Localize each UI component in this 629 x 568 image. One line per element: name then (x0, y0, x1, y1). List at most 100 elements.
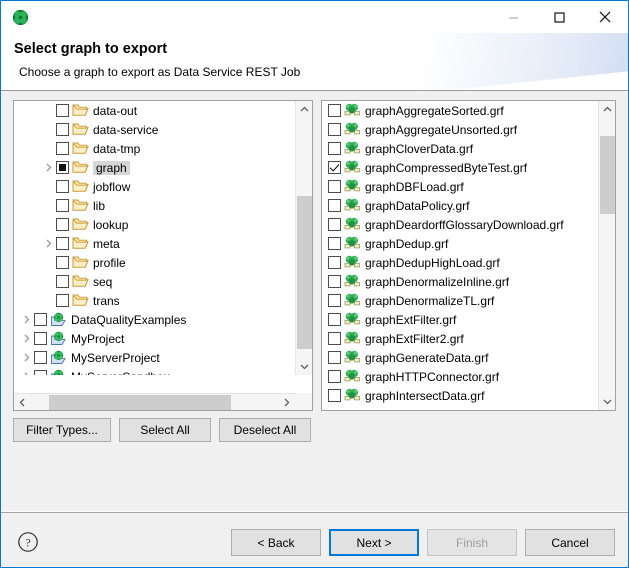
list-item[interactable]: graphGenerateData.grf (322, 348, 598, 367)
list-item-checkbox[interactable] (328, 237, 341, 250)
list-item[interactable]: graphCompressedByteTest.grf (322, 158, 598, 177)
tree-scroll-up-icon[interactable] (296, 101, 313, 118)
tree-scroll-left-icon[interactable] (14, 394, 31, 411)
list-item-checkbox[interactable] (328, 351, 341, 364)
list-item[interactable]: graphAggregateSorted.grf (322, 101, 598, 120)
list-item[interactable]: graphCloverData.grf (322, 139, 598, 158)
list-item-label: graphAggregateUnsorted.grf (365, 123, 517, 137)
close-button[interactable] (582, 1, 628, 33)
tree-item-checkbox[interactable] (56, 123, 69, 136)
list-item-checkbox[interactable] (328, 218, 341, 231)
deselect-all-button[interactable]: Deselect All (219, 418, 311, 442)
tree-scroll-down-icon[interactable] (296, 358, 313, 375)
tree-horizontal-scrollbar[interactable] (14, 393, 295, 410)
tree-item[interactable]: data-out (14, 101, 295, 120)
list-item-checkbox[interactable] (328, 275, 341, 288)
tree-item[interactable]: profile (14, 253, 295, 272)
tree-scroll-right-icon[interactable] (278, 394, 295, 411)
back-button[interactable]: < Back (231, 529, 321, 556)
tree-item[interactable]: MyServerSandbox (14, 367, 295, 375)
list-item-checkbox[interactable] (328, 123, 341, 136)
tree-scroll-thumb[interactable] (297, 196, 312, 349)
tree-item-checkbox[interactable] (56, 180, 69, 193)
next-button[interactable]: Next > (329, 529, 419, 556)
list-item-checkbox[interactable] (328, 180, 341, 193)
list-item-checkbox[interactable] (328, 256, 341, 269)
tree-item-label: graph (93, 161, 130, 175)
cancel-button[interactable]: Cancel (525, 529, 615, 556)
tree-item[interactable]: data-service (14, 120, 295, 139)
list-scroll-up-icon[interactable] (599, 101, 616, 118)
list-scroll-down-icon[interactable] (599, 393, 616, 410)
tree-item[interactable]: meta (14, 234, 295, 253)
list-item[interactable]: graphExtFilter2.grf (322, 329, 598, 348)
tree-item[interactable]: lib (14, 196, 295, 215)
tree-item[interactable]: lookup (14, 215, 295, 234)
tree-item-checkbox[interactable] (34, 370, 47, 375)
tree-item-checkbox[interactable] (56, 161, 69, 174)
list-item-checkbox[interactable] (328, 370, 341, 383)
list-item-checkbox[interactable] (328, 104, 341, 117)
list-item-label: graphDedupHighLoad.grf (365, 256, 500, 270)
chevron-right-icon[interactable] (18, 348, 34, 367)
list-item-checkbox[interactable] (328, 199, 341, 212)
tree-item[interactable]: seq (14, 272, 295, 291)
list-item[interactable]: graphExtFilter.grf (322, 310, 598, 329)
tree-item[interactable]: graph (14, 158, 295, 177)
graph-list[interactable]: graphAggregateSorted.grf graphAggregateUn… (322, 101, 598, 410)
tree-item-checkbox[interactable] (56, 142, 69, 155)
list-item[interactable]: graphDenormalizeTL.grf (322, 291, 598, 310)
select-all-button[interactable]: Select All (119, 418, 211, 442)
tree-item-checkbox[interactable] (34, 313, 47, 326)
list-item[interactable]: graphDedupHighLoad.grf (322, 253, 598, 272)
tree-item[interactable]: data-tmp (14, 139, 295, 158)
help-icon[interactable]: ? (17, 531, 39, 553)
tree-item-checkbox[interactable] (56, 218, 69, 231)
maximize-button[interactable] (536, 1, 582, 33)
list-item-label: graphHTTPConnector.grf (365, 370, 499, 384)
chevron-right-icon[interactable] (18, 329, 34, 348)
list-item-checkbox[interactable] (328, 389, 341, 402)
list-item-checkbox[interactable] (328, 294, 341, 307)
tree-vertical-scrollbar[interactable] (295, 101, 312, 375)
tree-item-checkbox[interactable] (34, 332, 47, 345)
list-vertical-scrollbar[interactable] (598, 101, 615, 410)
list-item[interactable]: graphAggregateUnsorted.grf (322, 120, 598, 139)
tree-item-checkbox[interactable] (56, 104, 69, 117)
tree-arrow-placeholder (40, 101, 56, 120)
tree-item-checkbox[interactable] (56, 199, 69, 212)
chevron-right-icon[interactable] (18, 367, 34, 375)
tree-item-checkbox[interactable] (34, 351, 47, 364)
tree-item[interactable]: MyProject (14, 329, 295, 348)
list-item-checkbox[interactable] (328, 142, 341, 155)
minimize-button[interactable] (490, 1, 536, 33)
tree-item-checkbox[interactable] (56, 256, 69, 269)
selection-toolbar: Filter Types... Select All Deselect All (13, 418, 311, 442)
list-item-checkbox[interactable] (328, 313, 341, 326)
list-item[interactable]: graphDataPolicy.grf (322, 196, 598, 215)
list-item-checkbox[interactable] (328, 161, 341, 174)
tree-item-checkbox[interactable] (56, 275, 69, 288)
tree-item[interactable]: trans (14, 291, 295, 310)
chevron-right-icon[interactable] (40, 234, 56, 253)
tree-item[interactable]: MyServerProject (14, 348, 295, 367)
project-tree[interactable]: data-outdata-servicedata-tmp graph jobflow… (14, 101, 295, 375)
chevron-right-icon[interactable] (18, 310, 34, 329)
chevron-right-icon[interactable] (40, 158, 56, 177)
tree-item[interactable]: DataQualityExamples (14, 310, 295, 329)
list-item-checkbox[interactable] (328, 332, 341, 345)
list-item[interactable]: graphHTTPConnector.grf (322, 367, 598, 386)
list-item[interactable]: graphDedup.grf (322, 234, 598, 253)
graph-icon (344, 331, 361, 346)
tree-hscroll-thumb[interactable] (49, 395, 231, 410)
list-scroll-thumb[interactable] (600, 136, 615, 214)
tree-item-checkbox[interactable] (56, 237, 69, 250)
tree-item-checkbox[interactable] (56, 294, 69, 307)
list-item[interactable]: graphDeardorffGlossaryDownload.grf (322, 215, 598, 234)
tree-item[interactable]: jobflow (14, 177, 295, 196)
filter-types-button[interactable]: Filter Types... (13, 418, 111, 442)
graph-icon (344, 217, 361, 232)
list-item[interactable]: graphDenormalizeInline.grf (322, 272, 598, 291)
list-item[interactable]: graphIntersectData.grf (322, 386, 598, 405)
list-item[interactable]: graphDBFLoad.grf (322, 177, 598, 196)
